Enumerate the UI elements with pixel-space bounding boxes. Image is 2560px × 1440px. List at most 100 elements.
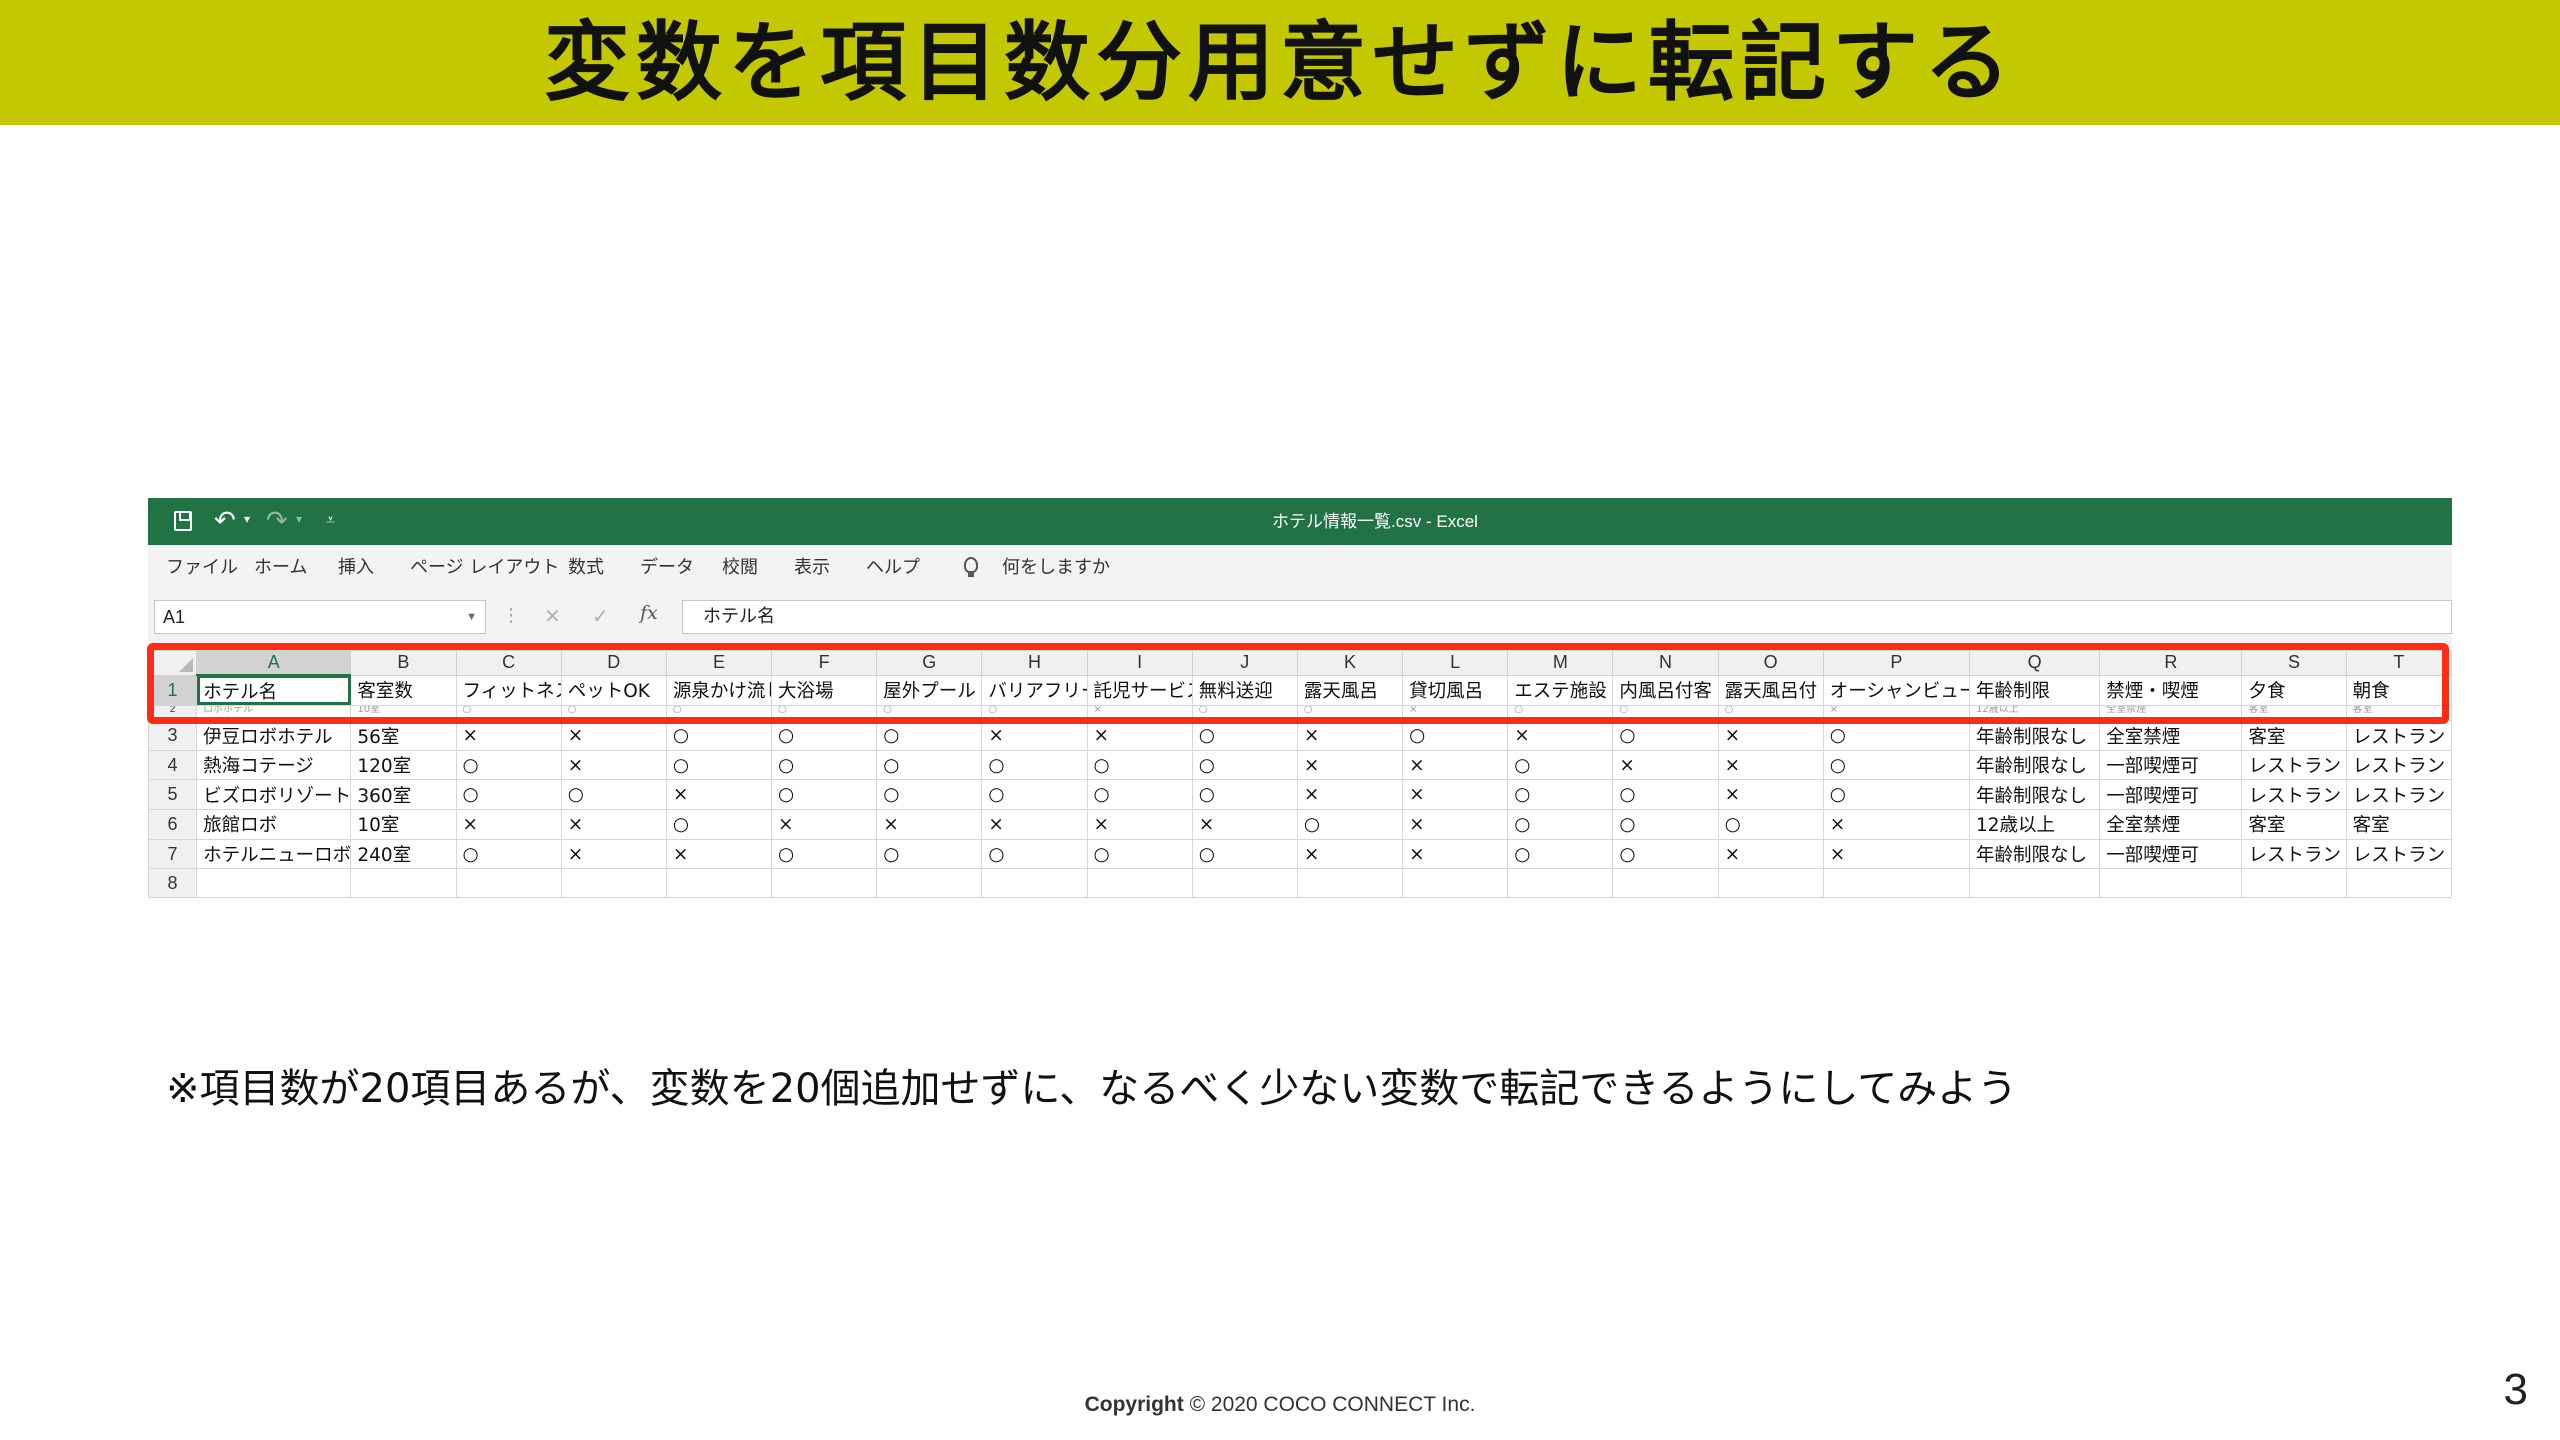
cell[interactable]: × — [665, 779, 773, 811]
cell[interactable]: ○ — [1507, 779, 1614, 811]
cell[interactable]: ○ — [1507, 749, 1614, 781]
cell[interactable]: ○ — [1086, 779, 1193, 811]
cell[interactable]: ○ — [1612, 704, 1719, 722]
cell[interactable]: × — [1717, 720, 1824, 751]
cell[interactable]: ○ — [1612, 838, 1719, 870]
cell[interactable]: ○ — [771, 704, 878, 722]
cell[interactable]: ○ — [1822, 749, 1971, 781]
cell[interactable]: 禁煙・喫煙 — [2099, 674, 2243, 706]
cell[interactable]: × — [665, 838, 773, 870]
column-header-i[interactable]: I — [1086, 650, 1193, 676]
cell[interactable] — [2099, 868, 2243, 898]
cell[interactable]: 12歳以上 — [1968, 809, 2101, 840]
cell[interactable]: × — [560, 809, 667, 840]
cell[interactable]: 120室 — [350, 749, 457, 781]
cell[interactable]: 露天風呂 — [1296, 674, 1404, 706]
cell[interactable]: ○ — [1612, 720, 1719, 751]
cell[interactable]: ○ — [771, 720, 878, 751]
row-header[interactable]: 6 — [148, 809, 198, 840]
column-header-d[interactable]: D — [560, 650, 667, 676]
tab-page-layout[interactable]: ページ レイアウト — [410, 545, 559, 591]
cell[interactable]: ○ — [1191, 749, 1298, 781]
cell[interactable]: ○ — [1402, 720, 1509, 751]
cell[interactable]: × — [1086, 809, 1193, 840]
cell[interactable]: × — [560, 838, 667, 870]
cell[interactable]: ○ — [1086, 749, 1193, 781]
tab-file[interactable]: ファイル — [166, 545, 238, 591]
tab-view[interactable]: 表示 — [794, 545, 830, 591]
cell[interactable]: 年齢制限なし — [1968, 838, 2101, 870]
cell[interactable]: ○ — [455, 704, 562, 722]
cell[interactable]: 熱海コテージ — [196, 749, 352, 781]
cell[interactable]: × — [1402, 838, 1509, 870]
cell[interactable]: × — [1296, 779, 1404, 811]
select-all-corner[interactable] — [148, 650, 198, 676]
cell[interactable]: ○ — [1191, 720, 1298, 751]
column-header-c[interactable]: C — [455, 650, 562, 676]
cell[interactable]: ロボホテル — [196, 704, 352, 722]
cell[interactable]: × — [1402, 809, 1509, 840]
cell[interactable]: × — [1086, 704, 1193, 722]
cell[interactable]: 年齢制限なし — [1968, 720, 2101, 751]
column-header-a[interactable]: A — [196, 650, 352, 677]
cell[interactable]: ○ — [771, 838, 878, 870]
cell[interactable]: 屋外プール — [876, 674, 983, 706]
cell[interactable]: × — [1402, 779, 1509, 811]
cell[interactable] — [1402, 868, 1509, 898]
cell[interactable]: 無料送迎 — [1191, 674, 1298, 706]
column-header-b[interactable]: B — [350, 650, 457, 676]
cell[interactable]: 伊豆ロボホテル — [196, 720, 352, 751]
cell[interactable]: 客室 — [2241, 704, 2347, 722]
tell-me-search[interactable]: 何をしますか — [1002, 545, 1110, 591]
cell[interactable]: レストラン — [2241, 838, 2347, 870]
cell[interactable]: × — [1296, 749, 1404, 781]
column-header-f[interactable]: F — [771, 650, 878, 676]
cell[interactable]: 客室 — [2241, 720, 2347, 751]
row-header[interactable]: 5 — [148, 779, 198, 811]
column-header-s[interactable]: S — [2241, 650, 2347, 676]
row-header[interactable]: 7 — [148, 838, 198, 870]
cell[interactable]: 全室禁煙 — [2099, 704, 2243, 722]
cell[interactable]: 夕食 — [2241, 674, 2347, 706]
chevron-down-icon[interactable]: ▼ — [466, 601, 477, 633]
cell[interactable]: ○ — [455, 749, 562, 781]
cell[interactable]: ○ — [876, 779, 983, 811]
cell[interactable]: ○ — [1612, 809, 1719, 840]
cell[interactable]: レストラン — [2241, 749, 2347, 781]
cell[interactable]: 旅館ロボ — [196, 809, 352, 840]
column-header-m[interactable]: M — [1507, 650, 1614, 676]
tab-review[interactable]: 校閲 — [722, 545, 758, 591]
column-header-p[interactable]: P — [1822, 650, 1971, 676]
cell[interactable]: ○ — [1507, 838, 1614, 870]
cell[interactable]: 240室 — [350, 838, 457, 870]
cell[interactable]: ○ — [1191, 779, 1298, 811]
cell[interactable]: × — [1822, 704, 1971, 722]
cell[interactable]: ○ — [1507, 704, 1614, 722]
column-header-r[interactable]: R — [2099, 650, 2243, 676]
cell[interactable]: 客室 — [2345, 704, 2452, 722]
cell[interactable]: × — [1717, 838, 1824, 870]
column-header-t[interactable]: T — [2345, 650, 2452, 676]
cell[interactable]: × — [455, 809, 562, 840]
tab-data[interactable]: データ — [640, 545, 694, 591]
name-box[interactable]: A1 ▼ — [154, 600, 486, 634]
cell[interactable]: × — [560, 720, 667, 751]
cell[interactable]: × — [981, 809, 1088, 840]
cell[interactable]: 客室 — [2345, 809, 2452, 840]
row-header[interactable]: 1 — [148, 674, 198, 706]
cell[interactable]: 12歳以上 — [1968, 704, 2101, 722]
cell[interactable]: × — [1822, 838, 1971, 870]
cell[interactable]: 一部喫煙可 — [2099, 779, 2243, 811]
cell[interactable]: 全室禁煙 — [2099, 809, 2243, 840]
column-header-q[interactable]: Q — [1968, 650, 2101, 676]
cell[interactable]: レストラン — [2345, 749, 2452, 781]
cell[interactable]: × — [1402, 749, 1509, 781]
column-header-g[interactable]: G — [876, 650, 983, 676]
cell[interactable] — [350, 868, 457, 898]
row-header[interactable]: 8 — [148, 868, 198, 898]
cell[interactable]: バリアフリー — [981, 674, 1088, 706]
cell[interactable]: ホテルニューロボ — [196, 838, 352, 870]
cell[interactable]: ○ — [876, 838, 983, 870]
cell[interactable] — [1296, 868, 1404, 898]
cell[interactable]: エステ施設 — [1507, 674, 1614, 706]
